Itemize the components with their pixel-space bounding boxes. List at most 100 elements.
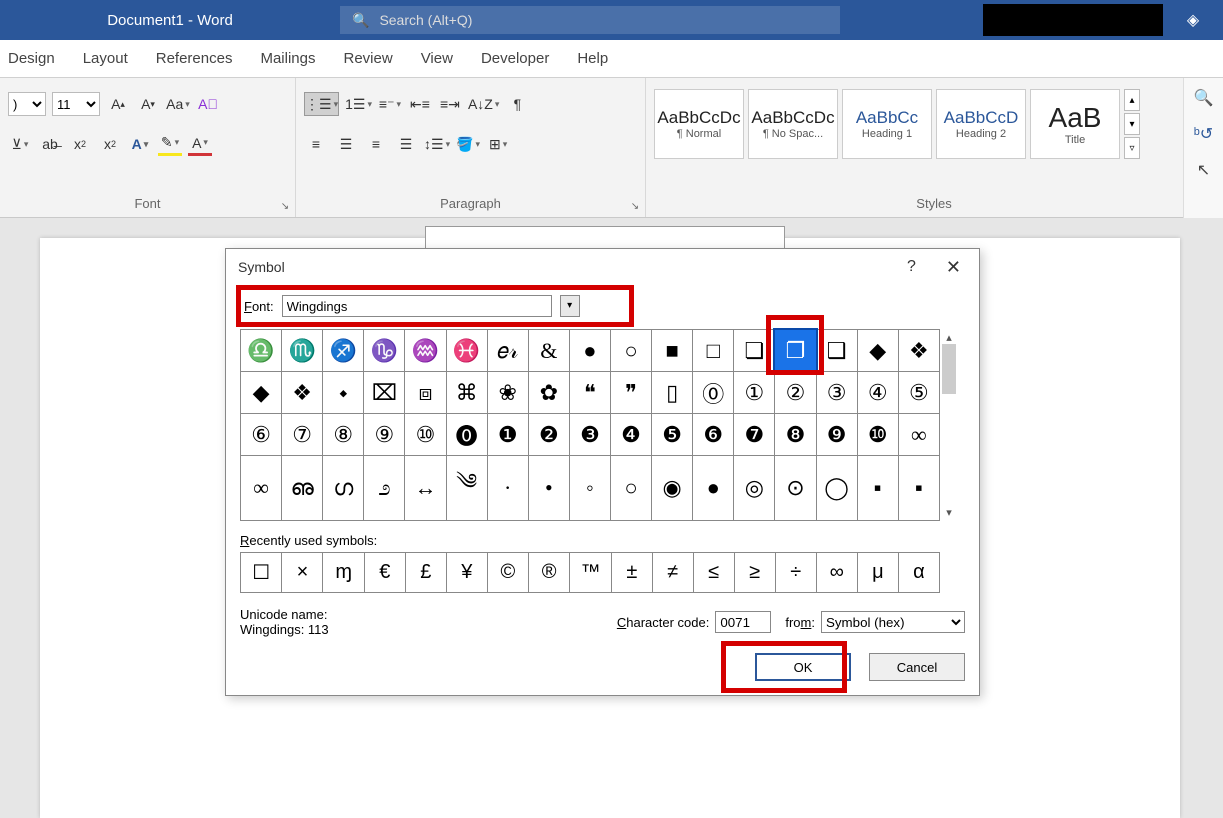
recent-symbol-cell[interactable]: € bbox=[364, 553, 405, 593]
recent-symbol-cell[interactable]: ± bbox=[611, 553, 652, 593]
tab-help[interactable]: Help bbox=[577, 50, 608, 67]
symbol-cell[interactable]: ೨ bbox=[364, 456, 405, 521]
dialog-close-button[interactable]: ✕ bbox=[940, 257, 967, 278]
symbol-cell[interactable]: ◯ bbox=[816, 456, 857, 521]
symbol-cell[interactable]: ༄ bbox=[446, 456, 487, 521]
symbol-cell[interactable]: · bbox=[487, 456, 528, 521]
tab-review[interactable]: Review bbox=[344, 50, 393, 67]
symbol-cell[interactable]: ♑ bbox=[364, 330, 405, 372]
select-icon[interactable]: ↖ bbox=[1197, 160, 1210, 180]
gallery-up-icon[interactable]: ▴ bbox=[1124, 89, 1140, 111]
tab-mailings[interactable]: Mailings bbox=[260, 50, 315, 67]
symbol-cell[interactable]: ⑨ bbox=[364, 414, 405, 456]
change-case-button[interactable]: Aa bbox=[166, 92, 190, 116]
strikethrough-button[interactable]: ab̶ bbox=[38, 132, 62, 156]
text-effects-button[interactable]: A bbox=[128, 132, 152, 156]
symbol-cell[interactable]: ⑤ bbox=[898, 372, 939, 414]
superscript-button[interactable]: x2 bbox=[98, 132, 122, 156]
symbol-cell[interactable]: ❏ bbox=[734, 330, 775, 372]
recent-symbol-cell[interactable]: × bbox=[282, 553, 323, 593]
symbol-cell[interactable]: ● bbox=[693, 456, 734, 521]
font-size-select[interactable]: 11 bbox=[52, 92, 100, 116]
justify-button[interactable]: ☰ bbox=[394, 132, 418, 156]
symbol-cell[interactable]: ❸ bbox=[569, 414, 610, 456]
symbol-cell[interactable]: ♐ bbox=[323, 330, 364, 372]
symbol-cell[interactable]: ♏ bbox=[282, 330, 323, 372]
symbol-cell[interactable]: ❑ bbox=[816, 330, 857, 372]
symbol-cell[interactable]: ⊙ bbox=[775, 456, 816, 521]
symbol-cell[interactable]: ◉ bbox=[652, 456, 693, 521]
gallery-expand-icon[interactable]: ▿ bbox=[1124, 137, 1140, 159]
clear-formatting-button[interactable]: A⃠ bbox=[196, 92, 220, 116]
symbol-cell[interactable]: ഗ bbox=[323, 456, 364, 521]
symbol-cell[interactable]: & bbox=[528, 330, 569, 372]
symbol-cell[interactable]: • bbox=[528, 456, 569, 521]
symbol-cell[interactable]: ❽ bbox=[775, 414, 816, 456]
symbol-cell[interactable]: ✿ bbox=[528, 372, 569, 414]
decrease-indent-button[interactable]: ⇤≡ bbox=[408, 92, 432, 116]
symbol-cell[interactable]: ♎ bbox=[241, 330, 282, 372]
symbol-cell[interactable]: ❷ bbox=[528, 414, 569, 456]
dialog-font-dropdown-icon[interactable]: ▾ bbox=[560, 295, 580, 317]
symbol-cell[interactable]: ⧈ bbox=[405, 372, 446, 414]
symbol-cell[interactable]: ∞ bbox=[898, 414, 939, 456]
recent-symbol-cell[interactable]: ☐ bbox=[241, 553, 282, 593]
symbol-cell[interactable]: ● bbox=[569, 330, 610, 372]
shrink-font-button[interactable]: A▾ bbox=[136, 92, 160, 116]
symbol-cell[interactable]: ⓪ bbox=[693, 372, 734, 414]
symbol-cell[interactable]: ❹ bbox=[610, 414, 651, 456]
recent-symbol-cell[interactable]: ≤ bbox=[693, 553, 734, 593]
recent-symbol-cell[interactable]: ¥ bbox=[446, 553, 487, 593]
symbol-cell[interactable]: ❿ bbox=[857, 414, 898, 456]
font-family-select[interactable]: ) bbox=[8, 92, 46, 116]
increase-indent-button[interactable]: ≡⇥ bbox=[438, 92, 462, 116]
cancel-button[interactable]: Cancel bbox=[869, 653, 965, 681]
numbering-button[interactable]: 1☰ bbox=[345, 92, 372, 116]
symbol-cell[interactable]: ◆ bbox=[241, 372, 282, 414]
recent-symbol-cell[interactable]: ∞ bbox=[816, 553, 857, 593]
dialog-font-input[interactable] bbox=[282, 295, 552, 317]
borders-button[interactable]: ⊞ bbox=[486, 132, 510, 156]
symbol-cell[interactable]: ⑥ bbox=[241, 414, 282, 456]
symbol-cell[interactable]: ⓿ bbox=[446, 414, 487, 456]
symbol-cell[interactable]: ◦ bbox=[569, 456, 610, 521]
symbol-grid[interactable]: ♎♏♐♑♒♓𝑒𝓇&●○■□❏❐❑◆❖◆❖⬩⌧⧈⌘❀✿❝❞▯⓪①②③④⑤⑥⑦⑧⑨⑩… bbox=[240, 329, 940, 521]
symbol-cell[interactable]: ⑧ bbox=[323, 414, 364, 456]
symbol-cell[interactable]: □ bbox=[693, 330, 734, 372]
symbol-cell[interactable]: ◆ bbox=[857, 330, 898, 372]
style-heading1[interactable]: AaBbCc Heading 1 bbox=[842, 89, 932, 159]
align-center-button[interactable]: ☰ bbox=[334, 132, 358, 156]
font-group-launcher-icon[interactable]: ↘ bbox=[279, 201, 291, 213]
symbol-cell[interactable]: ഌ bbox=[282, 456, 323, 521]
font-color-button[interactable]: A bbox=[188, 132, 212, 156]
symbol-cell[interactable]: ◎ bbox=[734, 456, 775, 521]
account-area[interactable] bbox=[983, 4, 1163, 36]
recent-symbol-cell[interactable]: ≥ bbox=[734, 553, 775, 593]
recent-symbols-grid[interactable]: ☐×ɱ€£¥©®™±≠≤≥÷∞μα bbox=[240, 552, 940, 593]
symbol-cell[interactable]: ⑦ bbox=[282, 414, 323, 456]
replace-icon[interactable]: ᵇ↺ bbox=[1194, 124, 1213, 144]
tab-layout[interactable]: Layout bbox=[83, 50, 128, 67]
style-no-spacing[interactable]: AaBbCcDc ¶ No Spac... bbox=[748, 89, 838, 159]
recent-symbol-cell[interactable]: ™ bbox=[570, 553, 612, 593]
recent-symbol-cell[interactable]: α bbox=[898, 553, 939, 593]
symbol-cell[interactable]: ③ bbox=[816, 372, 857, 414]
recent-symbol-cell[interactable]: μ bbox=[857, 553, 898, 593]
symbol-cell[interactable]: ❺ bbox=[652, 414, 693, 456]
symbol-cell[interactable]: ○ bbox=[610, 456, 651, 521]
symbol-cell[interactable]: ❖ bbox=[282, 372, 323, 414]
grid-scrollbar[interactable]: ▴ ▾ bbox=[940, 329, 958, 521]
symbol-cell[interactable]: ❼ bbox=[734, 414, 775, 456]
symbol-cell[interactable]: ❀ bbox=[487, 372, 528, 414]
search-box[interactable]: 🔍 Search (Alt+Q) bbox=[340, 6, 840, 34]
recent-symbol-cell[interactable]: ® bbox=[529, 553, 570, 593]
symbol-cell[interactable]: ⌧ bbox=[364, 372, 405, 414]
from-select[interactable]: Symbol (hex) bbox=[821, 611, 965, 633]
recent-symbol-cell[interactable]: © bbox=[487, 553, 528, 593]
tab-developer[interactable]: Developer bbox=[481, 50, 549, 67]
symbol-cell[interactable]: ♓ bbox=[446, 330, 487, 372]
recent-symbol-cell[interactable]: ɱ bbox=[323, 553, 364, 593]
tab-references[interactable]: References bbox=[156, 50, 233, 67]
symbol-cell[interactable]: ■ bbox=[652, 330, 693, 372]
symbol-cell[interactable]: ∞ bbox=[241, 456, 282, 521]
